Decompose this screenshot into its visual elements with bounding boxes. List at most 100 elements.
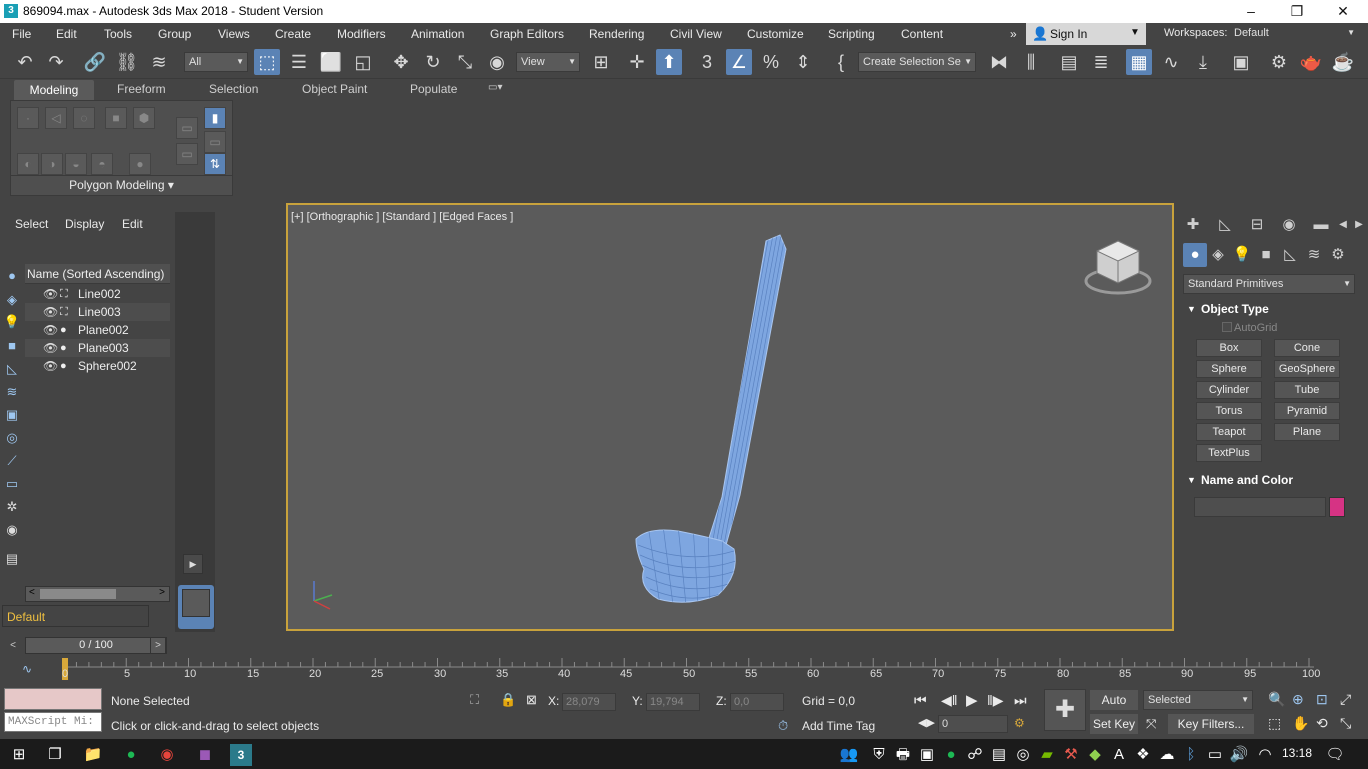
menu-rendering[interactable]: Rendering (589, 27, 644, 41)
rendered-frame-icon[interactable]: 🫖 (1298, 49, 1324, 75)
xrefs-filter-icon[interactable]: ◎ (2, 428, 22, 448)
file-explorer-icon[interactable]: 📁 (82, 744, 104, 766)
cylinder-button[interactable]: Cylinder (1196, 381, 1262, 399)
maxscript-listener-input[interactable]: MAXScript Mi: (4, 712, 102, 732)
ladle-model[interactable] (288, 205, 1172, 629)
select-manipulate-icon[interactable]: ✛ (624, 49, 650, 75)
select-object-icon[interactable]: ⬚ (254, 49, 280, 75)
groups-filter-icon[interactable]: ▣ (2, 405, 22, 425)
list-item[interactable]: 👁 ⛶ Line002 (25, 285, 170, 303)
previous-frame-icon[interactable]: ◀‖ (941, 692, 958, 709)
onedrive-icon[interactable]: ☁ (1156, 744, 1178, 766)
snaps-toggle-icon[interactable]: 3 (694, 49, 720, 75)
rotate-icon[interactable]: ↻ (420, 49, 446, 75)
sphere-button[interactable]: Sphere (1196, 360, 1262, 378)
go-to-start-icon[interactable]: ⏮ (914, 692, 927, 709)
eye-icon[interactable]: 👁 (43, 339, 58, 357)
helpers-category-icon[interactable]: ◺ (1278, 243, 1302, 267)
z-coordinate-field[interactable]: 0,0 (730, 693, 784, 711)
tube-button[interactable]: Tube (1274, 381, 1340, 399)
polygon-icon[interactable]: ■ (105, 107, 127, 129)
shrink-icon[interactable]: ◑ (41, 153, 63, 175)
element-icon[interactable]: ⬢ (133, 107, 155, 129)
bind-spacewarp-icon[interactable]: ≋ (146, 49, 172, 75)
tray-circle-icon[interactable]: ◎ (1012, 744, 1034, 766)
polygon-modeling-label[interactable]: Polygon Modeling ▾ (11, 175, 232, 195)
nvidia-icon[interactable]: ▰ (1036, 744, 1058, 766)
play-icon[interactable]: ▶ (966, 691, 978, 709)
tab-object-paint[interactable]: Object Paint (302, 82, 367, 96)
menu-scripting[interactable]: Scripting (828, 27, 875, 41)
mini-curve-editor-icon[interactable]: ∿ (22, 662, 32, 676)
undo-icon[interactable]: ↶ (12, 49, 38, 75)
scroll-thumb[interactable] (40, 589, 116, 599)
time-tag-icon[interactable]: ⏱ (778, 718, 788, 734)
next-frame-icon[interactable]: ‖▶ (987, 692, 1004, 709)
border-icon[interactable]: ◌ (73, 107, 95, 129)
teapot-button[interactable]: Teapot (1196, 423, 1262, 441)
ribbon-options-icon[interactable]: ▭▾ (488, 82, 502, 93)
scroll-right-icon[interactable]: > (159, 587, 165, 598)
render-production-icon[interactable]: ☕ (1330, 49, 1356, 75)
use-soft-selection-icon[interactable]: ▭ (204, 131, 226, 153)
cameras-filter-icon[interactable]: ■ (2, 336, 22, 356)
minimize-button[interactable]: – (1228, 0, 1274, 23)
curve-editor-icon[interactable]: ∿ (1158, 49, 1184, 75)
torus-button[interactable]: Torus (1196, 402, 1262, 420)
notifications-icon[interactable]: 🗨 (1324, 744, 1346, 766)
grow-icon[interactable]: ◐ (17, 153, 39, 175)
modify-mode-icon[interactable]: ▭ (176, 117, 198, 139)
shapes-category-icon[interactable]: ◈ (1206, 243, 1230, 267)
menu-views[interactable]: Views (218, 27, 250, 41)
close-button[interactable]: ✕ (1320, 0, 1366, 23)
menu-content[interactable]: Content (901, 27, 943, 41)
bluetooth-icon[interactable]: ᛒ (1180, 744, 1202, 766)
selection-filter-dropdown[interactable]: All ▼ (184, 52, 248, 72)
workspace-dropdown[interactable]: Default ▼ (1230, 24, 1358, 44)
select-by-name-icon[interactable]: ☰ (286, 49, 312, 75)
name-and-color-rollout[interactable]: ▼ Name and Color (1184, 470, 1362, 490)
unlink-icon[interactable]: ⛓ (114, 49, 140, 75)
box-button[interactable]: Box (1196, 339, 1262, 357)
scale-icon[interactable]: ⤡ (452, 49, 478, 75)
tray-tool-icon[interactable]: ⚒ (1060, 744, 1082, 766)
chrome-icon[interactable]: ◉ (156, 744, 178, 766)
tab-selection[interactable]: Selection (209, 82, 258, 96)
time-config-icon[interactable]: ◀▶ (918, 716, 935, 729)
current-frame-field[interactable]: 0 (938, 715, 1008, 733)
volume-icon[interactable]: 🔊 (1228, 744, 1250, 766)
menu-file[interactable]: File (12, 27, 31, 41)
key-filters-button[interactable]: Key Filters... (1168, 714, 1254, 734)
field-of-view-icon[interactable]: ⬚ (1268, 715, 1281, 732)
list-item[interactable]: 👁 ⛶ Line003 (25, 303, 170, 321)
material-editor-icon[interactable]: ▣ (1228, 49, 1254, 75)
horizontal-scrollbar[interactable]: < > (25, 586, 170, 602)
hide-icon[interactable]: ● (129, 153, 151, 175)
time-slider[interactable]: 0 / 100 (25, 637, 167, 654)
geometry-category-icon[interactable]: ● (1183, 243, 1207, 267)
redo-icon[interactable]: ↷ (43, 49, 69, 75)
spacewarps-filter-icon[interactable]: ≋ (2, 382, 22, 402)
windows-start-icon[interactable]: ⊞ (8, 744, 30, 766)
containers-filter-icon[interactable]: ▭ (2, 474, 22, 494)
layer-explorer-icon[interactable]: ≣ (1088, 49, 1114, 75)
keyboard-shortcut-override-icon[interactable]: ⬆ (656, 49, 682, 75)
menu-group[interactable]: Group (158, 27, 191, 41)
eye-icon[interactable]: 👁 (43, 357, 58, 375)
3ds-max-taskbar-icon[interactable]: 3 (230, 744, 252, 766)
viewport-orthographic[interactable]: [+] [Orthographic ] [Standard ] [Edged F… (286, 203, 1174, 631)
pan-icon[interactable]: ✋ (1292, 715, 1309, 732)
shield-icon[interactable]: ⛨ (868, 744, 890, 766)
helpers-filter-icon[interactable]: ◺ (2, 359, 22, 379)
render-setup-icon[interactable]: ⚙ (1266, 49, 1292, 75)
collapse-stack-icon[interactable]: ⇅ (204, 153, 226, 175)
object-color-swatch[interactable] (1329, 497, 1345, 517)
scene-explorer-icon[interactable]: ▤ (1056, 49, 1082, 75)
tab-select[interactable]: Select (15, 217, 48, 231)
isolate-selection-icon[interactable]: ⛶ (470, 692, 479, 708)
reference-coordinate-dropdown[interactable]: View ▼ (516, 52, 580, 72)
eye-icon[interactable]: 👁 (43, 285, 58, 303)
maximize-viewport-icon[interactable]: ⤡ (1340, 715, 1351, 732)
track-bar[interactable]: 0 5 10 15 20 25 30 35 40 45 50 55 60 65 … (62, 658, 1332, 680)
ribbon-toggle-icon[interactable]: ▦ (1126, 49, 1152, 75)
